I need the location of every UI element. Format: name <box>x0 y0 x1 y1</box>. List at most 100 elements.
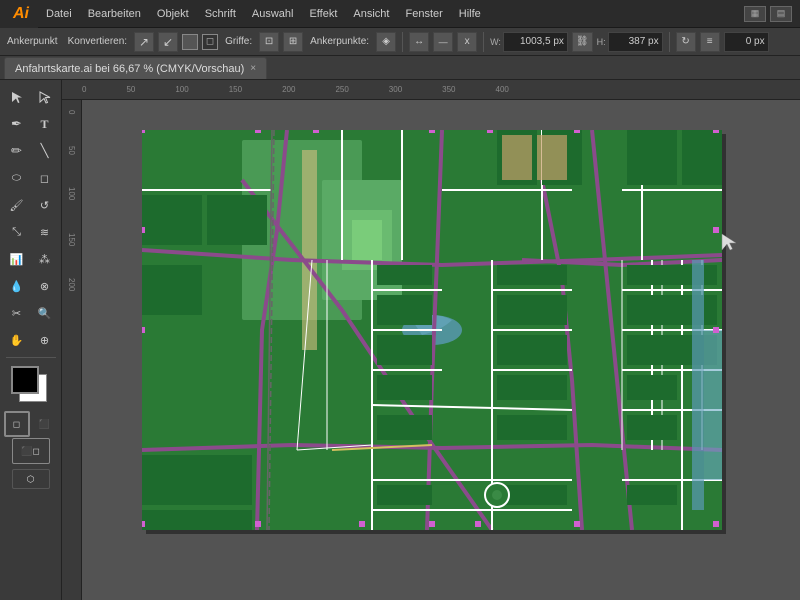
width-label: W: <box>490 37 501 47</box>
more-btn[interactable]: ≡ <box>700 32 720 52</box>
anchor-bot-4 <box>574 521 580 527</box>
workspace-switcher[interactable]: ▦ <box>744 6 766 22</box>
ellipse-tool[interactable]: ⬭ <box>4 165 30 191</box>
nav-btn1[interactable]: ↔ <box>409 32 429 52</box>
brush-tool[interactable]: 🖌 <box>4 192 30 218</box>
anchor-top-left <box>142 130 145 133</box>
tab-close-btn[interactable]: × <box>250 63 256 74</box>
document-tab[interactable]: Anfahrtskarte.ai bei 66,67 % (CMYK/Vorsc… <box>4 57 267 79</box>
layout-btn[interactable]: ▤ <box>770 6 792 22</box>
rotate-btn[interactable]: ↻ <box>676 32 696 52</box>
artboard[interactable] <box>142 130 722 530</box>
foreground-color[interactable] <box>11 366 39 394</box>
line-tool[interactable]: ╲ <box>32 138 58 164</box>
menu-auswahl[interactable]: Auswahl <box>244 0 302 28</box>
normal-mode-btn[interactable]: ◻ <box>4 411 30 437</box>
tool-row-screen: ⬛◻ <box>12 438 50 464</box>
sep3 <box>669 32 670 52</box>
link-proportions-btn[interactable]: ⛓ <box>572 32 593 52</box>
options-bar: Ankerpunkt Konvertieren: ↗ ↙ ◻ Griffe: ⊡… <box>0 28 800 56</box>
tab-title: Anfahrtskarte.ai bei 66,67 % (CMYK/Vorsc… <box>15 63 244 75</box>
anchor-top-3 <box>487 130 493 133</box>
menu-schrift[interactable]: Schrift <box>197 0 244 28</box>
tool-row-hand: ✋ ⊕ <box>4 327 58 353</box>
app-logo: Ai <box>0 0 38 28</box>
left-ruler: 0 50 100 150 200 <box>62 100 82 600</box>
menu-hilfe[interactable]: Hilfe <box>451 0 489 28</box>
graph-tool[interactable]: 📊 <box>4 246 30 272</box>
slice-tool[interactable]: ✂ <box>4 300 30 326</box>
tool-row-eyedropper: 💧 ⊗ <box>4 273 58 299</box>
anchor-label: Ankerpunkt <box>4 36 61 47</box>
pencil-tool[interactable]: ✏ <box>4 138 30 164</box>
menu-objekt[interactable]: Objekt <box>149 0 197 28</box>
anchor-left-center <box>142 327 145 333</box>
height-input[interactable] <box>608 32 663 52</box>
scale-tool[interactable]: ⤡ <box>4 219 30 245</box>
menu-effekt[interactable]: Effekt <box>301 0 345 28</box>
zoom-tool[interactable]: 🔍 <box>32 300 58 326</box>
fill-indicator <box>182 34 198 50</box>
anchor-bot-1 <box>255 521 261 527</box>
griffe-label: Griffe: <box>222 36 255 47</box>
x-input[interactable] <box>724 32 769 52</box>
warp-tool[interactable]: ≋ <box>32 219 58 245</box>
zoom-tool-2[interactable]: ⊕ <box>32 327 58 353</box>
tool-row-selection <box>4 84 58 110</box>
menu-ansicht[interactable]: Ansicht <box>345 0 397 28</box>
direct-select-tool[interactable] <box>32 84 58 110</box>
ankerpunkte-icon[interactable]: ◈ <box>376 32 396 52</box>
sep1 <box>402 32 403 52</box>
griffe-icon2[interactable]: ⊞ <box>283 32 303 52</box>
symbol-tool[interactable]: ⁂ <box>32 246 58 272</box>
anchor-left-1 <box>142 227 145 233</box>
left-toolbar: ✒ T ✏ ╲ ⬭ ◻ 🖌 ↺ ⤡ ≋ 📊 ⁂ 💧 ⊗ ✂ 🔍 <box>0 80 62 600</box>
tool-row-pen: ✒ T <box>4 111 58 137</box>
tool-row-mode: ◻ ⬛ <box>4 411 58 437</box>
tool-row-shape: ⬭ ◻ <box>4 165 58 191</box>
rect-tool[interactable]: ◻ <box>32 165 58 191</box>
anchor-bot-3 <box>475 521 481 527</box>
arrange-btn[interactable]: ⬡ <box>12 469 50 489</box>
anchor-bottom-left <box>142 521 145 527</box>
ankerpunkte-label: Ankerpunkte: <box>307 36 372 47</box>
menu-fenster[interactable]: Fenster <box>397 0 450 28</box>
tool-row-brush: 🖌 ↺ <box>4 192 58 218</box>
height-label: H: <box>597 37 606 47</box>
anchor-bot-2 <box>359 521 365 527</box>
rotate-tool[interactable]: ↺ <box>32 192 58 218</box>
cursor-icon <box>718 230 742 254</box>
anchor-top-1 <box>255 130 261 133</box>
menu-bar: Ai Datei Bearbeiten Objekt Schrift Auswa… <box>0 0 800 28</box>
artboard-container <box>142 130 722 530</box>
tool-separator <box>6 357 56 358</box>
convert-corner-btn[interactable]: ↙ <box>158 32 178 52</box>
sep2 <box>483 32 484 52</box>
blend-tool[interactable]: ⊗ <box>32 273 58 299</box>
nav-btn3[interactable]: x <box>457 32 477 52</box>
eyedropper-tool[interactable]: 💧 <box>4 273 30 299</box>
anchor-top-4 <box>574 130 580 133</box>
quick-mask-btn[interactable]: ⬛ <box>32 411 58 437</box>
tool-row-graph: 📊 ⁂ <box>4 246 58 272</box>
select-tool[interactable] <box>4 84 30 110</box>
anchor-top-center <box>429 130 435 133</box>
tool-row-pencil: ✏ ╲ <box>4 138 58 164</box>
pen-tool[interactable]: ✒ <box>4 111 30 137</box>
anchor-right-center <box>713 327 719 333</box>
type-tool[interactable]: T <box>32 111 58 137</box>
map-svg <box>142 130 722 530</box>
nav-btn2[interactable]: — <box>433 32 453 52</box>
hand-tool[interactable]: ✋ <box>4 327 30 353</box>
screen-mode-btn[interactable]: ⬛◻ <box>12 438 50 464</box>
convert-smooth-btn[interactable]: ↗ <box>134 32 154 52</box>
width-input[interactable] <box>503 32 568 52</box>
anchor-bottom-center <box>429 521 435 527</box>
convert-label: Konvertieren: <box>65 36 130 47</box>
anchor-top-2 <box>313 130 319 133</box>
menu-datei[interactable]: Datei <box>38 0 80 28</box>
tool-row-scale: ⤡ ≋ <box>4 219 58 245</box>
griffe-icon1[interactable]: ⊡ <box>259 32 279 52</box>
anchor-top-right <box>713 130 719 133</box>
menu-bearbeiten[interactable]: Bearbeiten <box>80 0 149 28</box>
